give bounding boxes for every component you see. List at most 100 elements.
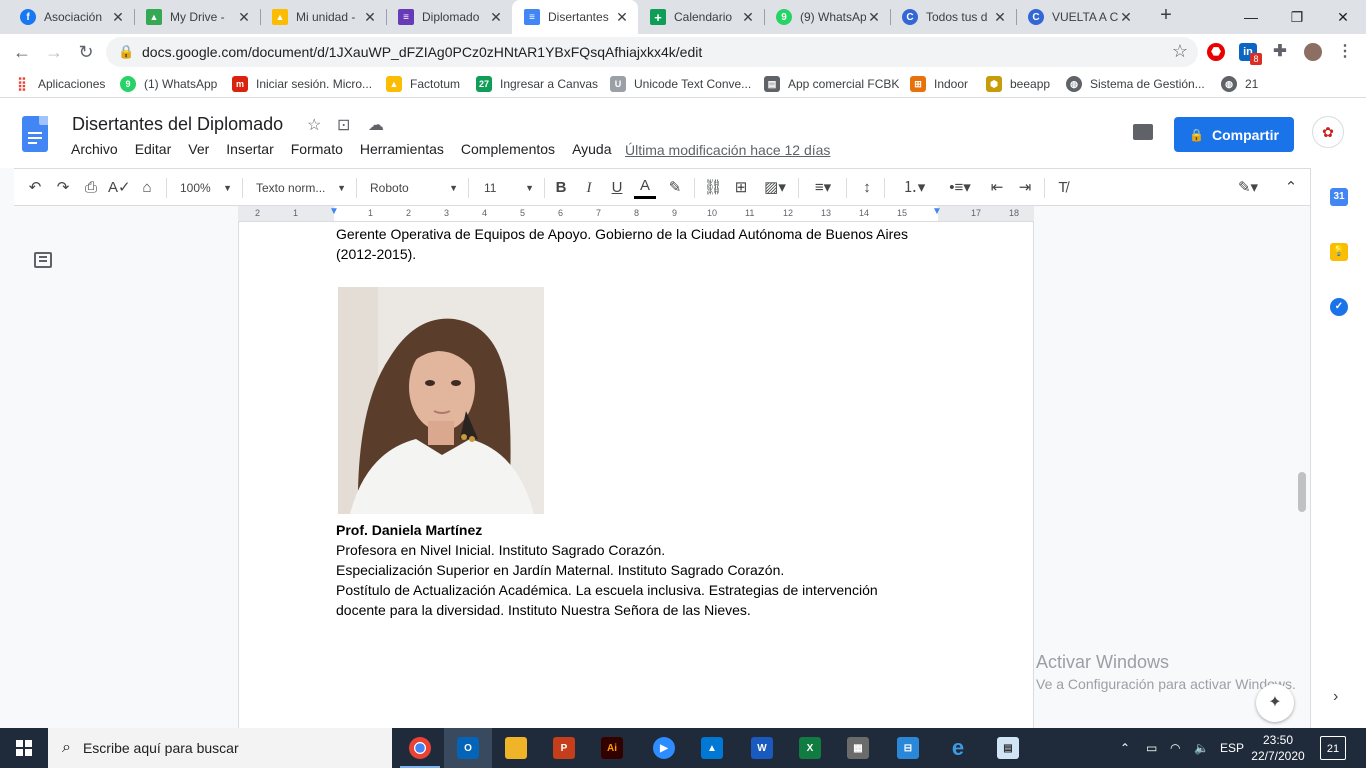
address-bar[interactable]: 🔒 docs.google.com/document/d/1JXauWP_dFZ… — [106, 37, 1198, 67]
bookmark-indoor[interactable]: ⊞ Indoor — [910, 75, 968, 93]
redo-icon[interactable]: ↷ — [52, 177, 74, 199]
restore-button[interactable]: ❐ — [1274, 0, 1320, 34]
menu-formato[interactable]: Formato — [282, 141, 351, 157]
keep-icon[interactable]: 💡 — [1330, 243, 1348, 261]
taskbar-clock[interactable]: 23:50 22/7/2020 — [1246, 732, 1310, 764]
lock-icon[interactable]: 🔒 — [118, 44, 134, 60]
increase-indent-icon[interactable]: ⇥ — [1014, 177, 1036, 199]
paragraph-style-select[interactable]: Texto norm... ▼ — [256, 177, 346, 199]
close-icon[interactable]: ✕ — [236, 9, 252, 26]
insert-image-icon[interactable]: ▨▾ — [758, 177, 792, 199]
tab-vuelta[interactable]: C VUELTA A C ✕ — [1016, 0, 1142, 34]
numbered-list-icon[interactable]: ⒈▾ — [896, 177, 932, 199]
bookmark-factotum[interactable]: ▲ Factotum — [386, 75, 460, 93]
bookmark-unicode[interactable]: U Unicode Text Conve... — [610, 75, 751, 93]
menu-insertar[interactable]: Insertar — [217, 141, 281, 157]
tab-disertantes[interactable]: ≡ Disertantes ✕ — [512, 0, 638, 34]
menu-herramientas[interactable]: Herramientas — [351, 141, 452, 157]
cloud-saved-icon[interactable]: ☁ — [368, 115, 384, 135]
close-icon[interactable]: ✕ — [866, 9, 882, 26]
bookmark-sistema[interactable]: ◍ Sistema de Gestión... — [1066, 75, 1205, 93]
back-button[interactable]: ← — [10, 40, 34, 64]
bookmark-canvas[interactable]: 27 Ingresar a Canvas — [476, 75, 598, 93]
tray-chevron-icon[interactable]: ⌃ — [1120, 728, 1130, 768]
highlight-icon[interactable]: ✎ — [664, 177, 686, 199]
paint-format-icon[interactable]: ⌂ — [136, 177, 158, 199]
tab-todos-tus[interactable]: C Todos tus d ✕ — [890, 0, 1016, 34]
line-spacing-icon[interactable]: ↕ — [856, 177, 878, 199]
bookmark-app-comercial[interactable]: ▤ App comercial FCBK — [764, 75, 899, 93]
reload-button[interactable]: ↻ — [74, 40, 98, 64]
close-icon[interactable]: ✕ — [740, 9, 756, 26]
tab-my-drive[interactable]: ▲ My Drive - ✕ — [134, 0, 260, 34]
tab-calendario[interactable]: + Calendario ✕ — [638, 0, 764, 34]
profile-avatar[interactable] — [1304, 43, 1322, 61]
close-icon[interactable]: ✕ — [110, 9, 126, 26]
window-close-button[interactable]: ✕ — [1320, 0, 1366, 34]
menu-complementos[interactable]: Complementos — [452, 141, 563, 157]
minimize-button[interactable]: — — [1228, 0, 1274, 34]
kebab-menu-icon[interactable]: ⋮ — [1336, 43, 1354, 61]
taskbar-illustrator[interactable]: Ai — [588, 728, 636, 768]
share-button[interactable]: 🔒 Compartir — [1174, 117, 1294, 152]
bookmark-aplicaciones[interactable]: ⣿ Aplicaciones — [14, 75, 105, 93]
bulleted-list-icon[interactable]: •≡▾ — [942, 177, 978, 199]
tab-asociacion[interactable]: f Asociación ✕ — [8, 0, 134, 34]
text-color-icon[interactable]: A — [634, 177, 656, 199]
add-comment-icon[interactable]: ⊞ — [730, 177, 752, 199]
battery-icon[interactable]: ▭ — [1146, 728, 1157, 768]
close-icon[interactable]: ✕ — [362, 9, 378, 26]
align-icon[interactable]: ≡▾ — [806, 177, 840, 199]
tab-diplomado[interactable]: ≡ Diplomado ✕ — [386, 0, 512, 34]
zoom-select[interactable]: 100% ▼ — [180, 177, 232, 199]
last-edit-link[interactable]: Última modificación hace 12 días — [625, 142, 830, 158]
language-indicator[interactable]: ESP — [1220, 728, 1244, 768]
close-icon[interactable]: ✕ — [488, 9, 504, 26]
menu-archivo[interactable]: Archivo — [62, 141, 126, 157]
extensions-puzzle-icon[interactable]: ✚ — [1271, 43, 1289, 61]
taskbar-calculator[interactable]: ▦ — [834, 728, 882, 768]
star-icon[interactable]: ☆ — [307, 115, 321, 135]
volume-icon[interactable]: 🔈 — [1194, 728, 1209, 768]
tab-whatsapp[interactable]: 9 (9) WhatsAp ✕ — [764, 0, 890, 34]
bookmark-iniciar-sesion[interactable]: m Iniciar sesión. Micro... — [232, 75, 372, 93]
right-indent-marker-icon[interactable]: ▼ — [932, 206, 942, 217]
bookmark-21[interactable]: ◍ 21 — [1221, 75, 1258, 93]
vertical-scrollbar-thumb[interactable] — [1298, 472, 1306, 512]
adblock-icon[interactable]: ⬣ — [1207, 43, 1225, 61]
menu-ayuda[interactable]: Ayuda — [563, 141, 619, 157]
explore-button[interactable]: ✦ — [1256, 684, 1294, 722]
close-icon[interactable]: ✕ — [614, 9, 630, 26]
italic-icon[interactable]: I — [578, 177, 600, 199]
start-button[interactable] — [0, 728, 48, 768]
account-avatar[interactable]: ✿ — [1312, 116, 1344, 148]
comments-icon[interactable] — [1133, 124, 1153, 140]
editing-mode-icon[interactable]: ✎▾ — [1230, 177, 1266, 199]
decrease-indent-icon[interactable]: ⇤ — [986, 177, 1008, 199]
taskbar-excel[interactable]: X — [786, 728, 834, 768]
document-title[interactable]: Disertantes del Diplomado — [72, 114, 283, 135]
tab-mi-unidad[interactable]: ▲ Mi unidad - ✕ — [260, 0, 386, 34]
taskbar-word[interactable]: W — [738, 728, 786, 768]
notification-center-button[interactable]: 21 — [1320, 736, 1346, 760]
indent-marker-icon[interactable]: ▼ — [329, 206, 339, 217]
bookmark-whatsapp[interactable]: 9 (1) WhatsApp — [120, 75, 217, 93]
docs-logo-icon[interactable] — [22, 116, 48, 152]
forward-button[interactable]: → — [42, 40, 66, 64]
new-tab-button[interactable]: + — [1154, 4, 1178, 27]
menu-ver[interactable]: Ver — [179, 141, 217, 157]
taskbar-search[interactable]: ⌕ Escribe aquí para buscar — [48, 728, 392, 768]
taskbar-edge[interactable]: e — [934, 728, 982, 768]
menu-editar[interactable]: Editar — [126, 141, 180, 157]
expand-side-panel-icon[interactable]: › — [1333, 688, 1338, 706]
speaker-photo[interactable] — [338, 287, 544, 514]
spellcheck-icon[interactable]: A✓ — [108, 177, 131, 199]
wifi-icon[interactable]: ◠ — [1170, 728, 1180, 768]
close-icon[interactable]: ✕ — [992, 9, 1008, 26]
close-icon[interactable]: ✕ — [1118, 9, 1134, 26]
underline-icon[interactable]: U — [606, 177, 628, 199]
undo-icon[interactable]: ↶ — [24, 177, 46, 199]
bookmark-beeapp[interactable]: ⬢ beeapp — [986, 75, 1050, 93]
link-icon[interactable]: ⛓ — [702, 177, 724, 199]
horizontal-ruler[interactable]: 2 1 ▼ 1 2 3 4 5 6 7 8 9 10 11 12 13 14 1… — [238, 206, 1034, 222]
